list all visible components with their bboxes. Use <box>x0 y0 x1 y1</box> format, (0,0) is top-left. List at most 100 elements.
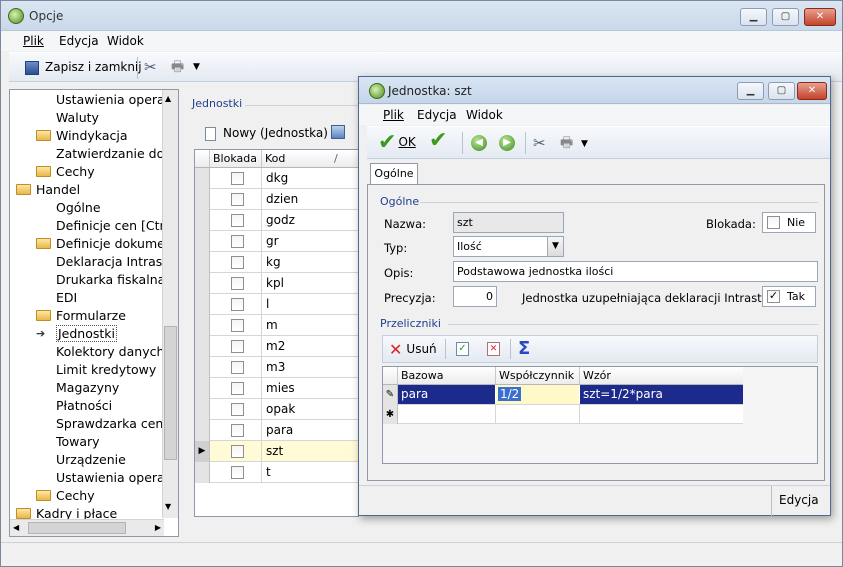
row-header[interactable] <box>195 189 210 210</box>
row-header[interactable] <box>195 168 210 189</box>
blokada-checkbox[interactable] <box>231 193 244 206</box>
row-header[interactable] <box>195 357 210 378</box>
tools-icon[interactable]: ✂ <box>144 57 157 79</box>
col-kod[interactable]: Kod <box>265 150 285 167</box>
blokada-checkbox[interactable] <box>231 466 244 479</box>
blokada-checkbox[interactable] <box>231 298 244 311</box>
print-dropdown-arrow[interactable]: ▼ <box>193 57 200 79</box>
table-row[interactable]: l <box>195 294 358 315</box>
tree-item[interactable]: Definicje dokumentów <box>36 235 178 253</box>
col-bazowa[interactable]: Bazowa <box>401 367 444 384</box>
blokada-checkbox[interactable] <box>231 403 244 416</box>
dialog-close-button[interactable]: ✕ <box>797 82 827 100</box>
conv-wspolczynnik-cell[interactable]: 1/2 <box>496 385 579 404</box>
tree-vscroll[interactable]: ▲ ▼ <box>162 90 178 518</box>
blokada-checkbox[interactable] <box>231 445 244 458</box>
blokada-checkbox[interactable]: Nie <box>762 212 816 233</box>
tree-item[interactable]: Windykacja <box>36 127 128 145</box>
blokada-checkbox-box[interactable] <box>767 216 780 229</box>
dialog-maximize-button[interactable]: ▢ <box>768 82 795 100</box>
tree-hscroll-thumb[interactable] <box>28 522 126 534</box>
tree-item[interactable]: Deklaracja Intrastat <box>56 253 178 271</box>
row-header[interactable] <box>195 210 210 231</box>
blokada-checkbox[interactable] <box>231 361 244 374</box>
scroll-left-arrow[interactable]: ◀ <box>13 523 19 532</box>
dialog-minimize-button[interactable]: ▁ <box>737 82 764 100</box>
tree-item[interactable]: Ustawienia operatora <box>56 91 178 109</box>
tree-item[interactable]: Limit kredytowy <box>56 361 156 379</box>
scroll-right-arrow[interactable]: ▶ <box>155 523 161 532</box>
table-row[interactable]: para <box>195 420 358 441</box>
save-close-button[interactable]: Zapisz i zamknij <box>25 57 142 79</box>
row-header[interactable] <box>195 315 210 336</box>
row-header[interactable] <box>195 420 210 441</box>
conv-row[interactable]: ✎ para 1/2 szt=1/2*para <box>383 385 743 405</box>
ok-new-button[interactable]: ✔ <box>429 130 447 153</box>
menu-widok[interactable]: Widok <box>107 34 144 48</box>
table-row[interactable]: mies <box>195 378 358 399</box>
maximize-button[interactable]: ▢ <box>772 8 799 26</box>
scroll-up-arrow[interactable]: ▲ <box>165 94 171 103</box>
scroll-down-arrow[interactable]: ▼ <box>165 502 171 511</box>
tree-item[interactable]: Płatności <box>56 397 112 415</box>
intrastat-checkbox-box[interactable]: ✓ <box>767 290 780 303</box>
tree-item[interactable]: Kolektory danych <box>56 343 164 361</box>
menu-plik[interactable]: Plik <box>23 34 44 48</box>
nazwa-field[interactable]: szt <box>453 212 564 233</box>
blokada-checkbox[interactable] <box>231 277 244 290</box>
row-header[interactable] <box>195 252 210 273</box>
row-header[interactable] <box>195 378 210 399</box>
row-header[interactable] <box>195 294 210 315</box>
row-header[interactable] <box>195 336 210 357</box>
table-row[interactable]: ▶ szt <box>195 441 358 462</box>
printer-icon[interactable]: 🖶 <box>171 57 184 79</box>
table-row[interactable]: m <box>195 315 358 336</box>
delete-button[interactable]: ✕ Usuń <box>389 339 437 361</box>
row-header[interactable] <box>195 462 210 483</box>
tree-item[interactable]: Ustawienia operatora <box>56 469 178 487</box>
sum-icon[interactable]: Σ <box>518 338 530 359</box>
table-row[interactable]: t <box>195 462 358 483</box>
blokada-checkbox[interactable] <box>231 382 244 395</box>
dialog-print-dropdown-arrow[interactable]: ▼ <box>581 134 588 156</box>
tree-scroll-thumb[interactable] <box>164 326 177 460</box>
accept-icon[interactable]: ✓ <box>456 342 469 356</box>
col-blokada[interactable]: Blokada <box>213 150 257 167</box>
precyzja-field[interactable]: 0 <box>453 286 497 307</box>
table-row[interactable]: kpl <box>195 273 358 294</box>
row-header[interactable] <box>195 231 210 252</box>
dialog-menu-plik[interactable]: Plik <box>383 108 404 122</box>
opis-field[interactable]: Podstawowa jednostka ilości <box>453 261 818 282</box>
minimize-button[interactable]: ▁ <box>740 8 767 26</box>
tree-item[interactable]: Definicje cen [Ctrl- <box>56 217 173 235</box>
tree-item[interactable]: Zatwierdzanie dokumentów <box>56 145 178 163</box>
conv-wzor-cell[interactable]: szt=1/2*para <box>580 385 743 404</box>
row-header[interactable]: ▶ <box>195 441 210 462</box>
table-row[interactable]: m2 <box>195 336 358 357</box>
blokada-checkbox[interactable] <box>231 214 244 227</box>
table-row[interactable]: kg <box>195 252 358 273</box>
tree-hscroll[interactable]: ◀ ▶ <box>10 519 164 536</box>
blokada-checkbox[interactable] <box>231 256 244 269</box>
tree-item[interactable]: Drukarka fiskalna <box>56 271 165 289</box>
menu-edycja[interactable]: Edycja <box>59 34 99 48</box>
col-wspolczynnik[interactable]: Współczynnik <box>499 367 574 384</box>
tree-item[interactable]: Cechy <box>36 487 95 505</box>
tree-item[interactable]: Towary <box>56 433 100 451</box>
tree-item[interactable]: ➔ Jednostki <box>36 325 118 343</box>
table-row[interactable]: gr <box>195 231 358 252</box>
tree-item[interactable]: Handel <box>16 181 80 199</box>
tree-item[interactable]: Ogólne <box>56 199 101 217</box>
dialog-menu-widok[interactable]: Widok <box>466 108 503 122</box>
dialog-printer-icon[interactable]: 🖶 <box>560 133 573 155</box>
blokada-checkbox[interactable] <box>231 235 244 248</box>
next-record-icon[interactable]: ▶ <box>499 135 515 151</box>
ok-button[interactable]: ✔ OK <box>378 131 416 154</box>
conv-new-row[interactable]: ✱ <box>383 405 743 424</box>
blokada-checkbox[interactable] <box>231 172 244 185</box>
close-button[interactable]: ✕ <box>804 8 836 26</box>
tree-item[interactable]: EDI <box>56 289 77 307</box>
edit-icon[interactable] <box>331 125 345 139</box>
tree-item[interactable]: Magazyny <box>56 379 119 397</box>
table-row[interactable]: dzien <box>195 189 358 210</box>
